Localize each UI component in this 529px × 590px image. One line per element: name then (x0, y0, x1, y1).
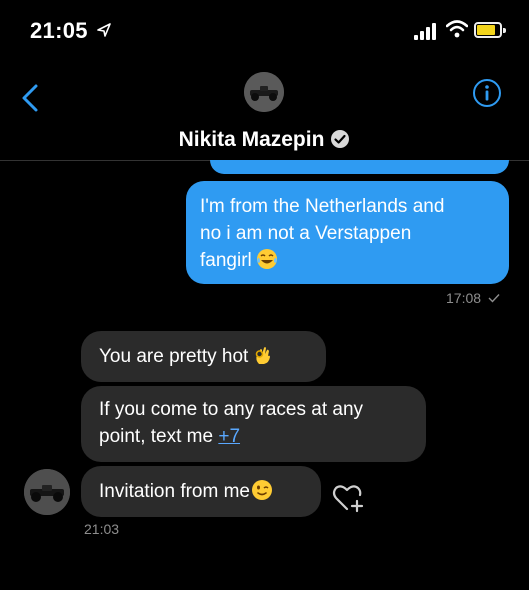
message-line-text: fangirl (200, 250, 252, 271)
heart-plus-icon[interactable] (331, 481, 369, 515)
message-text: Invitation from me (99, 481, 250, 502)
outgoing-message-bubble[interactable]: I'm from the Netherlands and no i am not… (186, 181, 509, 284)
tears-of-joy-emoji (256, 249, 277, 269)
contact-avatar[interactable] (244, 72, 284, 112)
incoming-message-bubble[interactable]: Invitation from me (81, 466, 321, 517)
back-button[interactable] (16, 80, 46, 116)
info-button[interactable] (472, 78, 502, 108)
incoming-message-bubble[interactable]: You are pretty hot (81, 331, 326, 382)
chevron-left-icon (22, 84, 38, 112)
message-line-text: point, text me (99, 426, 219, 447)
contact-name[interactable]: Nikita Mazepin (0, 128, 529, 152)
cellular-signal-icon (414, 22, 440, 40)
status-time-label: 21:05 (30, 18, 88, 43)
wink-emoji (252, 480, 272, 500)
message-line: I'm from the Netherlands and (200, 196, 445, 217)
contact-name-label: Nikita Mazepin (178, 128, 325, 151)
message-text: You are pretty hot (99, 346, 249, 367)
wifi-icon (446, 20, 468, 38)
incoming-message-bubble[interactable]: If you come to any races at any point, t… (81, 386, 426, 462)
phone-link[interactable]: +7 (218, 426, 240, 447)
outgoing-time-label: 17:08 (446, 290, 482, 306)
race-car-avatar-icon (24, 469, 70, 515)
sender-avatar[interactable] (24, 469, 70, 515)
battery-icon (474, 22, 506, 38)
outgoing-timestamp: 17:08 (446, 290, 500, 306)
verified-badge-icon (331, 130, 350, 148)
status-bar: 21:05 (0, 0, 529, 60)
status-time: 21:05 (30, 18, 112, 44)
ok-hand-emoji (255, 347, 271, 364)
message-line: no i am not a Verstappen (200, 223, 412, 244)
incoming-timestamp: 21:03 (84, 521, 120, 537)
race-car-avatar-icon (244, 72, 284, 112)
location-arrow-icon (97, 23, 112, 37)
message-line: point, text me +7 (99, 423, 408, 450)
checkmark-icon (488, 294, 500, 303)
outgoing-message-bubble-partial[interactable] (210, 160, 509, 174)
message-line: fangirl (200, 247, 495, 274)
message-line: If you come to any races at any (99, 399, 364, 420)
